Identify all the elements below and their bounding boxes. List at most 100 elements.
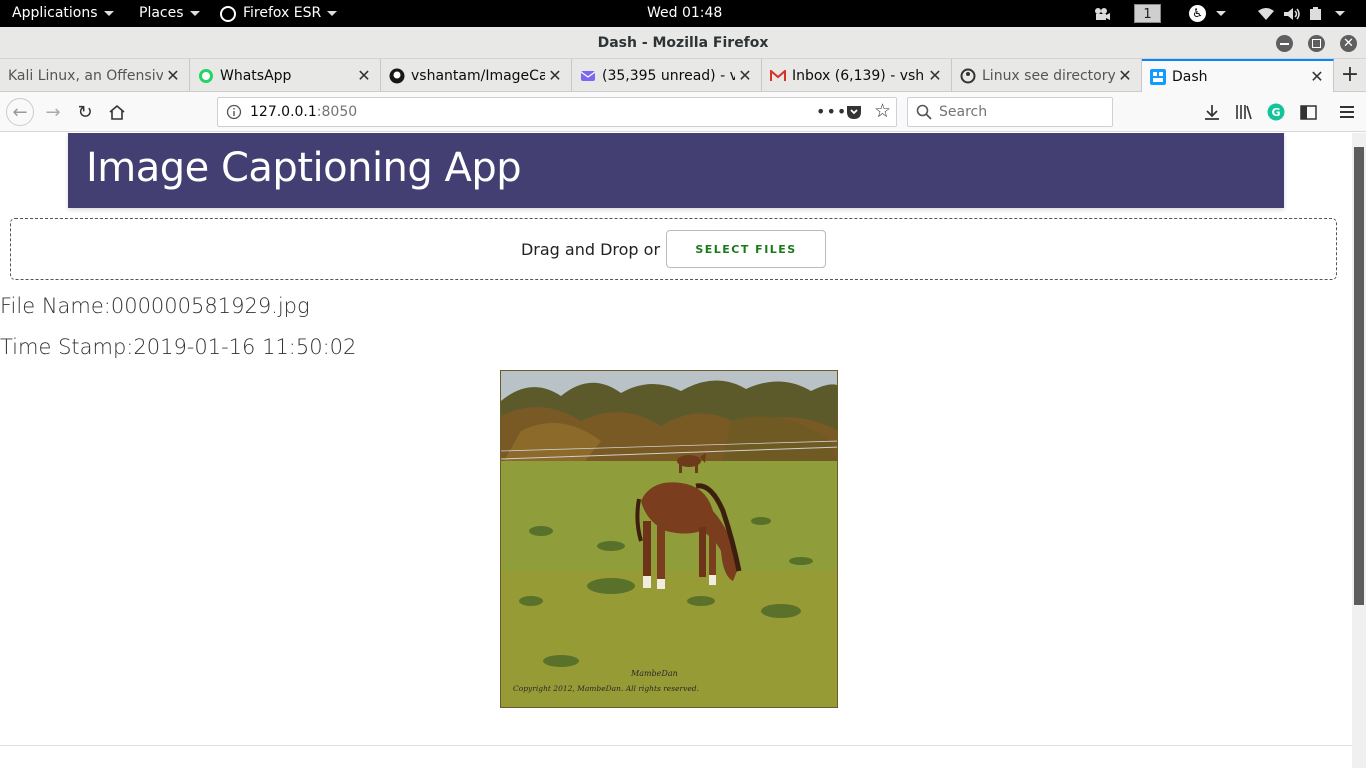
bottom-divider: [0, 745, 1352, 746]
sidebar-icon: [1299, 104, 1317, 120]
close-tab-icon[interactable]: ✕: [1307, 67, 1327, 86]
firefox-app-menu[interactable]: Firefox ESR: [220, 0, 338, 27]
tab-title: Dash: [1172, 68, 1208, 85]
reload-icon: ↻: [77, 101, 93, 123]
places-menu-label: Places: [139, 5, 184, 21]
accessibility-icon: ♿: [1189, 5, 1206, 22]
tab-title: vshantam/ImageCaptioning: [411, 67, 545, 84]
page-scrollbar[interactable]: [1352, 133, 1366, 768]
chevron-down-icon: [1335, 11, 1345, 16]
reload-button[interactable]: ↻: [73, 100, 97, 124]
download-icon: [1205, 104, 1219, 120]
workspace-indicator[interactable]: 1: [1134, 0, 1161, 27]
close-tab-icon[interactable]: ✕: [1115, 66, 1135, 85]
address-bar[interactable]: 127.0.0.1:8050 ••• ☆: [217, 97, 897, 127]
chevron-down-icon: [189, 11, 200, 16]
video-camera-icon[interactable]: [1094, 0, 1110, 27]
maximize-button[interactable]: [1308, 35, 1325, 52]
pocket-icon[interactable]: [846, 105, 862, 120]
tab-kali-linux[interactable]: Kali Linux, an Offensive Security ✕: [0, 59, 190, 92]
watermark-line-1: MambeDan: [630, 669, 678, 678]
url-host: 127.0.0.1: [250, 104, 317, 120]
dash-icon: [1150, 68, 1166, 85]
plus-icon: +: [1340, 62, 1360, 87]
gmail-icon: [770, 68, 786, 84]
window-title-bar: Dash - Mozilla Firefox ✕: [0, 27, 1366, 59]
firefox-app-menu-label: Firefox ESR: [243, 5, 322, 21]
github-icon: [389, 68, 405, 84]
tab-title: WhatsApp: [220, 67, 292, 84]
grammarly-icon: G: [1267, 103, 1285, 121]
arrow-right-icon: →: [45, 101, 61, 123]
grammarly-extension-button[interactable]: G: [1264, 100, 1288, 124]
info-icon[interactable]: [226, 104, 242, 120]
clock-label: Wed 01:48: [647, 5, 723, 21]
close-window-button[interactable]: ✕: [1340, 35, 1357, 52]
applications-menu-label: Applications: [12, 5, 98, 21]
tab-whatsapp[interactable]: WhatsApp ✕: [190, 59, 381, 92]
forward-button[interactable]: →: [41, 100, 65, 124]
tab-linux-directory-tree[interactable]: Linux see directory tree ✕: [952, 59, 1142, 92]
close-tab-icon[interactable]: ✕: [925, 66, 945, 85]
close-icon: ✕: [1343, 36, 1354, 51]
desktop-top-bar: Applications Places Firefox ESR Wed 01:4…: [0, 0, 1366, 27]
scrollbar-thumb[interactable]: [1354, 147, 1364, 605]
yahoo-mail-icon: [580, 68, 596, 84]
select-files-button[interactable]: SELECT FILES: [666, 230, 827, 268]
chevron-down-icon: [327, 11, 338, 16]
library-icon: [1236, 105, 1252, 120]
chevron-down-icon: [1216, 11, 1226, 16]
close-tab-icon[interactable]: ✕: [735, 66, 755, 85]
home-icon: [109, 104, 125, 120]
tab-gmail-inbox[interactable]: Inbox (6,139) - vshantam ✕: [762, 59, 952, 92]
uploaded-image: MambeDan Copyright 2012, MambeDan. All r…: [500, 370, 838, 708]
arrow-left-icon: ←: [12, 101, 28, 123]
search-icon: [916, 104, 932, 120]
battery-icon: [1310, 6, 1321, 20]
close-tab-icon[interactable]: ✕: [354, 66, 374, 85]
system-menu[interactable]: [1257, 0, 1345, 27]
chevron-down-icon: [103, 11, 114, 16]
downloads-button[interactable]: [1200, 100, 1224, 124]
window-title: Dash - Mozilla Firefox: [597, 35, 769, 51]
tab-dash[interactable]: Dash ✕: [1142, 59, 1334, 92]
sidebar-toggle-button[interactable]: [1296, 100, 1320, 124]
tab-title: Inbox (6,139) - vshantam: [792, 67, 925, 84]
clock[interactable]: Wed 01:48: [647, 0, 722, 27]
askubuntu-icon: [960, 68, 976, 84]
search-placeholder: Search: [939, 104, 988, 120]
dropzone-text: Drag and Drop or: [520, 239, 661, 259]
search-input[interactable]: Search: [907, 97, 1113, 127]
svg-text:G: G: [1271, 106, 1280, 119]
back-button[interactable]: ←: [6, 98, 34, 126]
tab-yahoo-mail[interactable]: (35,395 unread) - vshantam ✕: [572, 59, 762, 92]
app-title: Image Captioning App: [86, 145, 522, 191]
file-name-text: File Name:000000581929.jpg: [0, 294, 310, 318]
workspace-number: 1: [1134, 4, 1161, 23]
new-tab-button[interactable]: +: [1338, 63, 1362, 87]
home-button[interactable]: [105, 100, 129, 124]
maximize-icon: [1312, 39, 1321, 48]
time-stamp-text: Time Stamp:2019-01-16 11:50:02: [0, 335, 357, 359]
places-menu[interactable]: Places: [139, 0, 200, 27]
tab-github-imagecaptioning[interactable]: vshantam/ImageCaptioning ✕: [381, 59, 572, 92]
library-button[interactable]: [1232, 100, 1256, 124]
tab-title: Kali Linux, an Offensive Security: [8, 67, 163, 84]
applications-menu[interactable]: Applications: [12, 0, 114, 27]
watermark-line-2: Copyright 2012, MambeDan. All rights res…: [513, 684, 699, 693]
hamburger-menu-icon: [1340, 106, 1354, 118]
wifi-icon: [1258, 7, 1274, 20]
close-tab-icon[interactable]: ✕: [545, 66, 565, 85]
close-tab-icon[interactable]: ✕: [163, 66, 183, 85]
whatsapp-icon: [198, 68, 214, 84]
app-header: Image Captioning App: [68, 133, 1284, 208]
minimize-button[interactable]: [1276, 35, 1293, 52]
upload-dropzone[interactable]: Drag and Drop or SELECT FILES: [10, 218, 1337, 280]
accessibility-menu[interactable]: ♿: [1189, 0, 1226, 27]
tab-title: (35,395 unread) - vshantam: [602, 67, 735, 84]
open-menu-button[interactable]: [1335, 100, 1359, 124]
minimize-icon: [1280, 43, 1289, 45]
horse-photo-illustration: MambeDan Copyright 2012, MambeDan. All r…: [501, 371, 837, 707]
page-actions-icon[interactable]: •••: [816, 102, 847, 121]
bookmark-star-icon[interactable]: ☆: [874, 100, 891, 122]
